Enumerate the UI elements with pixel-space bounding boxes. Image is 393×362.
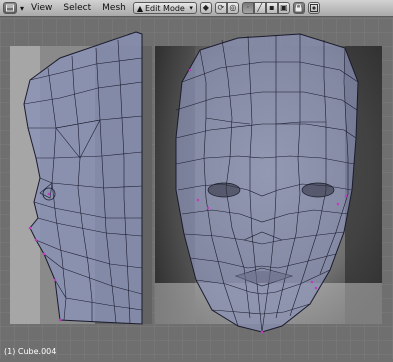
mesh-menu[interactable]: Mesh xyxy=(98,3,130,13)
mode-icon: ▲ xyxy=(136,3,143,13)
mode-selector[interactable]: ▲ Edit Mode ▾ xyxy=(132,2,197,14)
lock-icon[interactable] xyxy=(292,2,305,14)
vertex-select-icon[interactable]: · xyxy=(241,2,254,14)
mode-label: Edit Mode xyxy=(145,3,185,13)
face-select-icon[interactable]: ▪ xyxy=(265,2,278,14)
select-mode-group: · ╱ ▪ ▣ xyxy=(241,2,290,14)
viewport-canvas[interactable] xyxy=(0,18,393,359)
select-menu[interactable]: Select xyxy=(59,3,95,13)
pivot-icon[interactable]: ◆ xyxy=(199,2,212,14)
occlude-background-icon[interactable]: ▣ xyxy=(277,2,290,14)
collapse-arrow-icon[interactable]: ▾ xyxy=(20,4,24,13)
editor-type-icon[interactable] xyxy=(3,2,17,14)
active-object-status: (1) Cube.004 xyxy=(4,347,57,356)
manipulator-group: ⟳ ◎ xyxy=(214,2,239,14)
manipulator-icon[interactable]: ⟳ xyxy=(214,2,227,14)
header-toolbar: ▾ View Select Mesh ▲ Edit Mode ▾ ◆ ⟳ ◎ ·… xyxy=(0,0,393,17)
chevron-down-icon: ▾ xyxy=(189,4,193,12)
render-icon[interactable] xyxy=(307,2,320,14)
3d-viewport[interactable]: (1) Cube.004 xyxy=(0,18,393,359)
edge-select-icon[interactable]: ╱ xyxy=(253,2,266,14)
proportional-edit-icon[interactable]: ◎ xyxy=(226,2,239,14)
view-menu[interactable]: View xyxy=(27,3,56,13)
